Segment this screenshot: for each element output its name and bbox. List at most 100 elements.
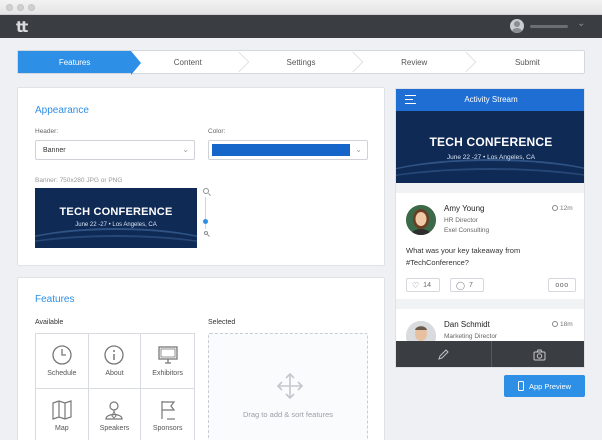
header-select-value: Banner: [43, 146, 66, 154]
chevron-down-icon[interactable]: ⌄: [577, 18, 585, 29]
step-settings[interactable]: Settings: [244, 51, 363, 73]
comment-button[interactable]: ◯ 7: [450, 278, 484, 292]
feature-tile-label: Exhibitors: [152, 370, 184, 377]
step-label: Settings: [286, 57, 316, 67]
available-features-grid: Schedule About Exhibitors Map Speakers S…: [35, 333, 195, 440]
header-label: Header:: [35, 128, 59, 135]
post-author-role: Marketing Director: [444, 333, 498, 340]
appearance-title: Appearance: [35, 105, 89, 116]
chevron-down-icon: ⌄: [355, 145, 362, 154]
post-author-company: Exel Consulting: [444, 227, 490, 234]
feature-tile-label: Map: [55, 425, 69, 432]
user-name-placeholder[interactable]: [530, 25, 568, 28]
feature-tile-about[interactable]: About: [88, 334, 142, 389]
window-chrome: [0, 0, 602, 15]
step-label: Features: [58, 57, 91, 67]
phone-header-title: Activity Stream: [464, 95, 518, 104]
phone-tab-camera[interactable]: [491, 341, 584, 367]
post-author-name[interactable]: Amy Young: [444, 204, 484, 213]
zoom-slider-track[interactable]: [205, 197, 206, 229]
selected-features-dropzone[interactable]: Drag to add & sort features: [208, 333, 368, 440]
banner-hint: Banner: 750x280 JPG or PNG: [35, 177, 123, 184]
header-select[interactable]: Banner ⌄: [35, 140, 195, 160]
feature-tile-label: Sponsors: [152, 425, 183, 432]
step-features[interactable]: Features: [18, 51, 142, 75]
app-logo[interactable]: tt: [16, 18, 28, 36]
feature-tile-exhibitors[interactable]: Exhibitors: [141, 334, 194, 389]
top-navbar: tt ⌄: [0, 15, 602, 38]
feature-tile-sponsors[interactable]: Sponsors: [141, 389, 194, 440]
window-minimize-button[interactable]: [17, 4, 24, 11]
feature-tile-label: About: [105, 370, 124, 377]
wizard-steps: Features Content Settings Review Submit: [17, 50, 585, 75]
clock-icon: [552, 321, 558, 327]
user-avatar[interactable]: [510, 19, 524, 33]
selected-label: Selected: [208, 319, 236, 326]
app-window: tt ⌄ Features Content Settings Review Su…: [0, 0, 602, 440]
window-close-button[interactable]: [6, 4, 13, 11]
color-swatch: [212, 144, 350, 156]
map-icon: [52, 400, 72, 420]
post-time-text: 18m: [560, 321, 573, 328]
step-label: Content: [173, 57, 202, 67]
feature-tile-speakers[interactable]: Speakers: [89, 389, 142, 440]
app-preview-button[interactable]: App Preview: [504, 375, 585, 397]
color-label: Color:: [208, 128, 226, 135]
post-body: What was your key takeaway from #TechCon…: [406, 246, 521, 267]
color-select[interactable]: ⌄: [208, 140, 368, 160]
info-icon: [104, 345, 125, 365]
step-label: Review: [401, 57, 428, 67]
zoom-out-icon[interactable]: [204, 231, 208, 235]
step-content[interactable]: Content: [131, 51, 250, 73]
feature-tile-map[interactable]: Map: [36, 389, 89, 440]
avatar: [406, 205, 436, 235]
camera-icon: [533, 349, 546, 361]
phone-banner-subtitle: June 22 -27 • Los Angeles, CA: [446, 154, 536, 161]
post-time-text: 12m: [560, 205, 573, 212]
heart-icon: ♡: [412, 280, 420, 290]
person-photo-icon: [406, 205, 436, 235]
pencil-icon: [438, 349, 449, 360]
speaker-icon: [105, 401, 124, 420]
feature-tile-schedule[interactable]: Schedule: [36, 334, 89, 389]
post-timestamp: 18m: [552, 321, 573, 328]
window-maximize-button[interactable]: [28, 4, 35, 11]
phone-header-bar: Activity Stream: [396, 89, 584, 111]
step-label: Submit: [514, 57, 540, 67]
phone-tab-compose[interactable]: [396, 341, 491, 367]
activity-post: Amy Young HR Director Exel Consulting 12…: [396, 193, 584, 299]
features-title: Features: [35, 294, 75, 305]
monitor-icon: [158, 346, 178, 364]
step-submit[interactable]: Submit: [471, 51, 584, 73]
more-options-button[interactable]: ooo: [548, 278, 576, 292]
banner-preview[interactable]: TECH CONFERENCE June 22 -27 • Los Angele…: [35, 188, 197, 248]
phone-icon: [517, 381, 524, 391]
dropzone-hint: Drag to add & sort features: [242, 410, 334, 419]
clock-icon: [552, 205, 558, 211]
phone-bottom-tabs: [396, 341, 584, 367]
phone-preview: Activity Stream TECH CONFERENCE June 22 …: [395, 88, 585, 368]
feature-tile-label: Schedule: [47, 370, 77, 377]
comment-count: 7: [468, 281, 473, 289]
feature-tile-label: Speakers: [99, 425, 130, 432]
zoom-slider-handle[interactable]: [203, 219, 208, 224]
post-author-role: HR Director: [444, 217, 478, 224]
comment-icon: ◯: [456, 280, 465, 290]
post-timestamp: 12m: [552, 205, 573, 212]
like-count: 14: [423, 281, 431, 289]
available-label: Available: [35, 319, 64, 326]
chevron-down-icon: ⌄: [182, 145, 189, 154]
flag-icon: [161, 401, 175, 420]
phone-banner-title: TECH CONFERENCE: [429, 135, 553, 149]
step-review[interactable]: Review: [358, 51, 476, 73]
zoom-in-icon[interactable]: [203, 188, 209, 194]
like-button[interactable]: ♡ 14: [406, 278, 440, 292]
move-arrows-icon: [276, 372, 304, 400]
app-preview-label: App Preview: [528, 381, 572, 391]
post-author-name[interactable]: Dan Schmidt: [444, 320, 490, 329]
more-icon: ooo: [555, 281, 569, 289]
banner-subtitle: June 22 -27 • Los Angeles, CA: [75, 222, 157, 228]
banner-title: TECH CONFERENCE: [59, 206, 173, 218]
phone-banner: TECH CONFERENCE June 22 -27 • Los Angele…: [396, 111, 584, 183]
clock-icon: [52, 345, 72, 365]
